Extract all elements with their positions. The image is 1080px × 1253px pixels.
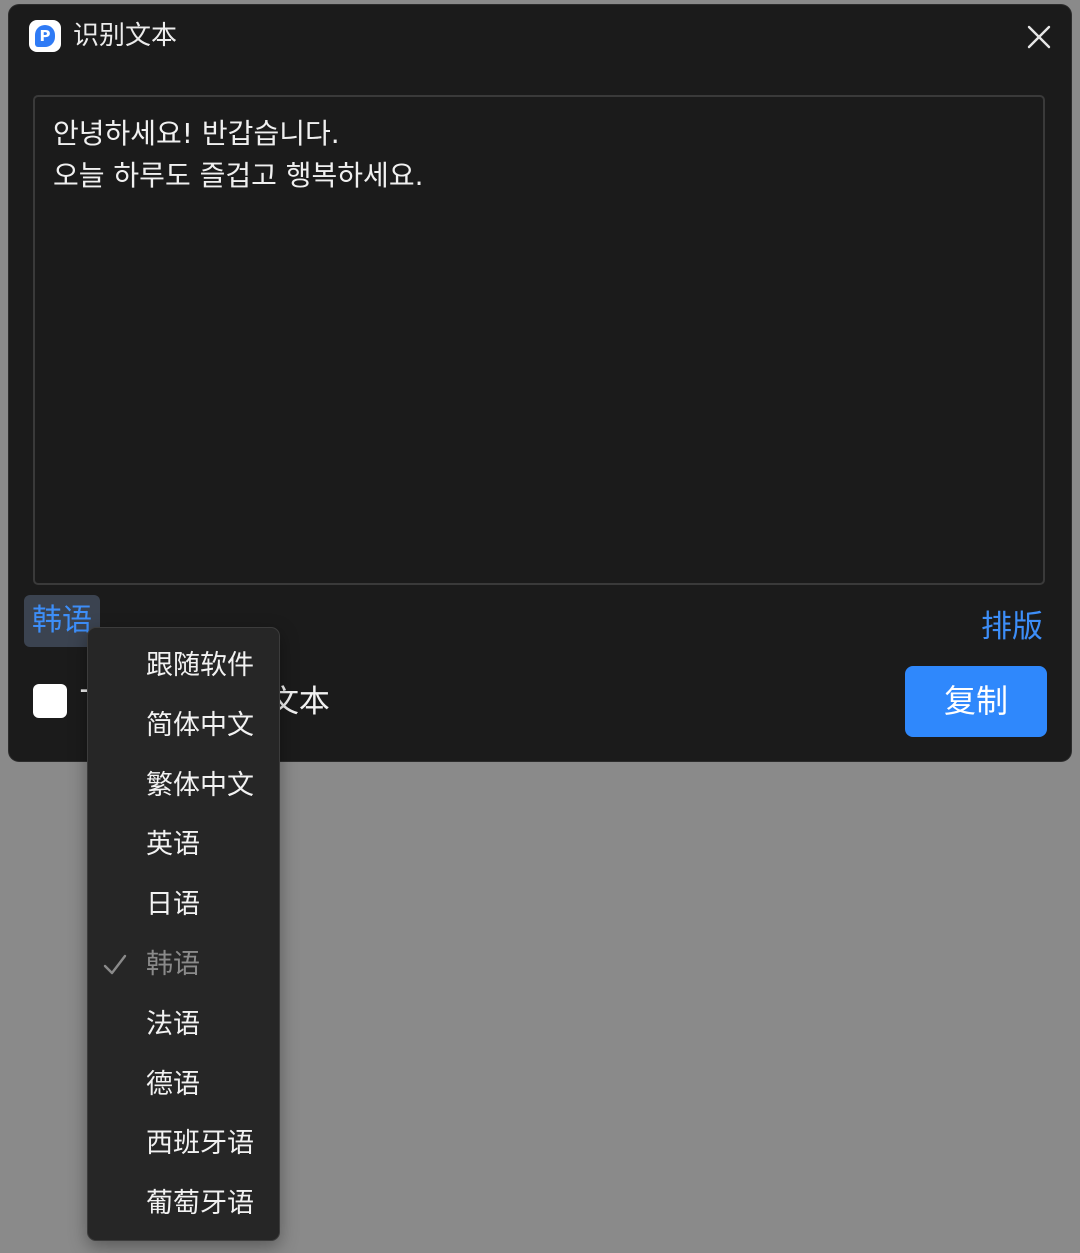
menu-item-label: 法语 — [146, 1008, 200, 1040]
menu-item-label: 跟随软件 — [146, 650, 254, 681]
close-button[interactable] — [1019, 17, 1059, 57]
text-line: 안녕하세요! 반갑습니다. — [53, 117, 340, 150]
menu-item-english[interactable]: 英语 — [88, 815, 279, 875]
copy-button[interactable]: 复制 — [905, 666, 1047, 737]
menu-item-label: 繁体中文 — [146, 769, 254, 801]
app-logo-letter: P — [35, 25, 55, 47]
menu-item-label: 英语 — [146, 829, 200, 861]
menu-item-portuguese[interactable]: 葡萄牙语 — [88, 1174, 279, 1234]
menu-item-label: 韩语 — [146, 948, 200, 980]
checkmark-icon — [103, 954, 127, 975]
menu-item-simplified-chinese[interactable]: 简体中文 — [88, 696, 279, 756]
title-bar: P 识别文本 — [9, 5, 1071, 67]
menu-item-label: 简体中文 — [146, 709, 254, 741]
menu-item-traditional-chinese[interactable]: 繁体中文 — [88, 756, 279, 816]
close-icon — [1027, 25, 1051, 49]
menu-item-french[interactable]: 法语 — [88, 995, 279, 1055]
layout-button[interactable]: 排版 — [981, 605, 1043, 649]
menu-item-label: 德语 — [146, 1068, 200, 1100]
text-option-checkbox[interactable] — [33, 684, 67, 718]
menu-item-spanish[interactable]: 西班牙语 — [88, 1114, 279, 1174]
language-dropdown-menu: 跟随软件 简体中文 繁体中文 英语 日语 韩语 法语 德语 西班牙语 葡萄牙语 — [87, 627, 280, 1241]
menu-item-german[interactable]: 德语 — [88, 1055, 279, 1115]
menu-item-label: 西班牙语 — [146, 1128, 254, 1160]
menu-item-korean[interactable]: 韩语 — [88, 935, 279, 995]
recognized-text-area[interactable]: 안녕하세요! 반갑습니다. 오늘 하루도 즐겁고 행복하세요. — [33, 95, 1045, 585]
menu-item-follow-software[interactable]: 跟随软件 — [88, 636, 279, 696]
text-line: 오늘 하루도 즐겁고 행복하세요. — [53, 159, 424, 192]
window-title: 识别文本 — [73, 21, 178, 51]
menu-item-label: 日语 — [146, 889, 200, 921]
app-logo-icon: P — [29, 20, 61, 52]
menu-item-label: 葡萄牙语 — [146, 1188, 254, 1220]
menu-item-japanese[interactable]: 日语 — [88, 875, 279, 935]
